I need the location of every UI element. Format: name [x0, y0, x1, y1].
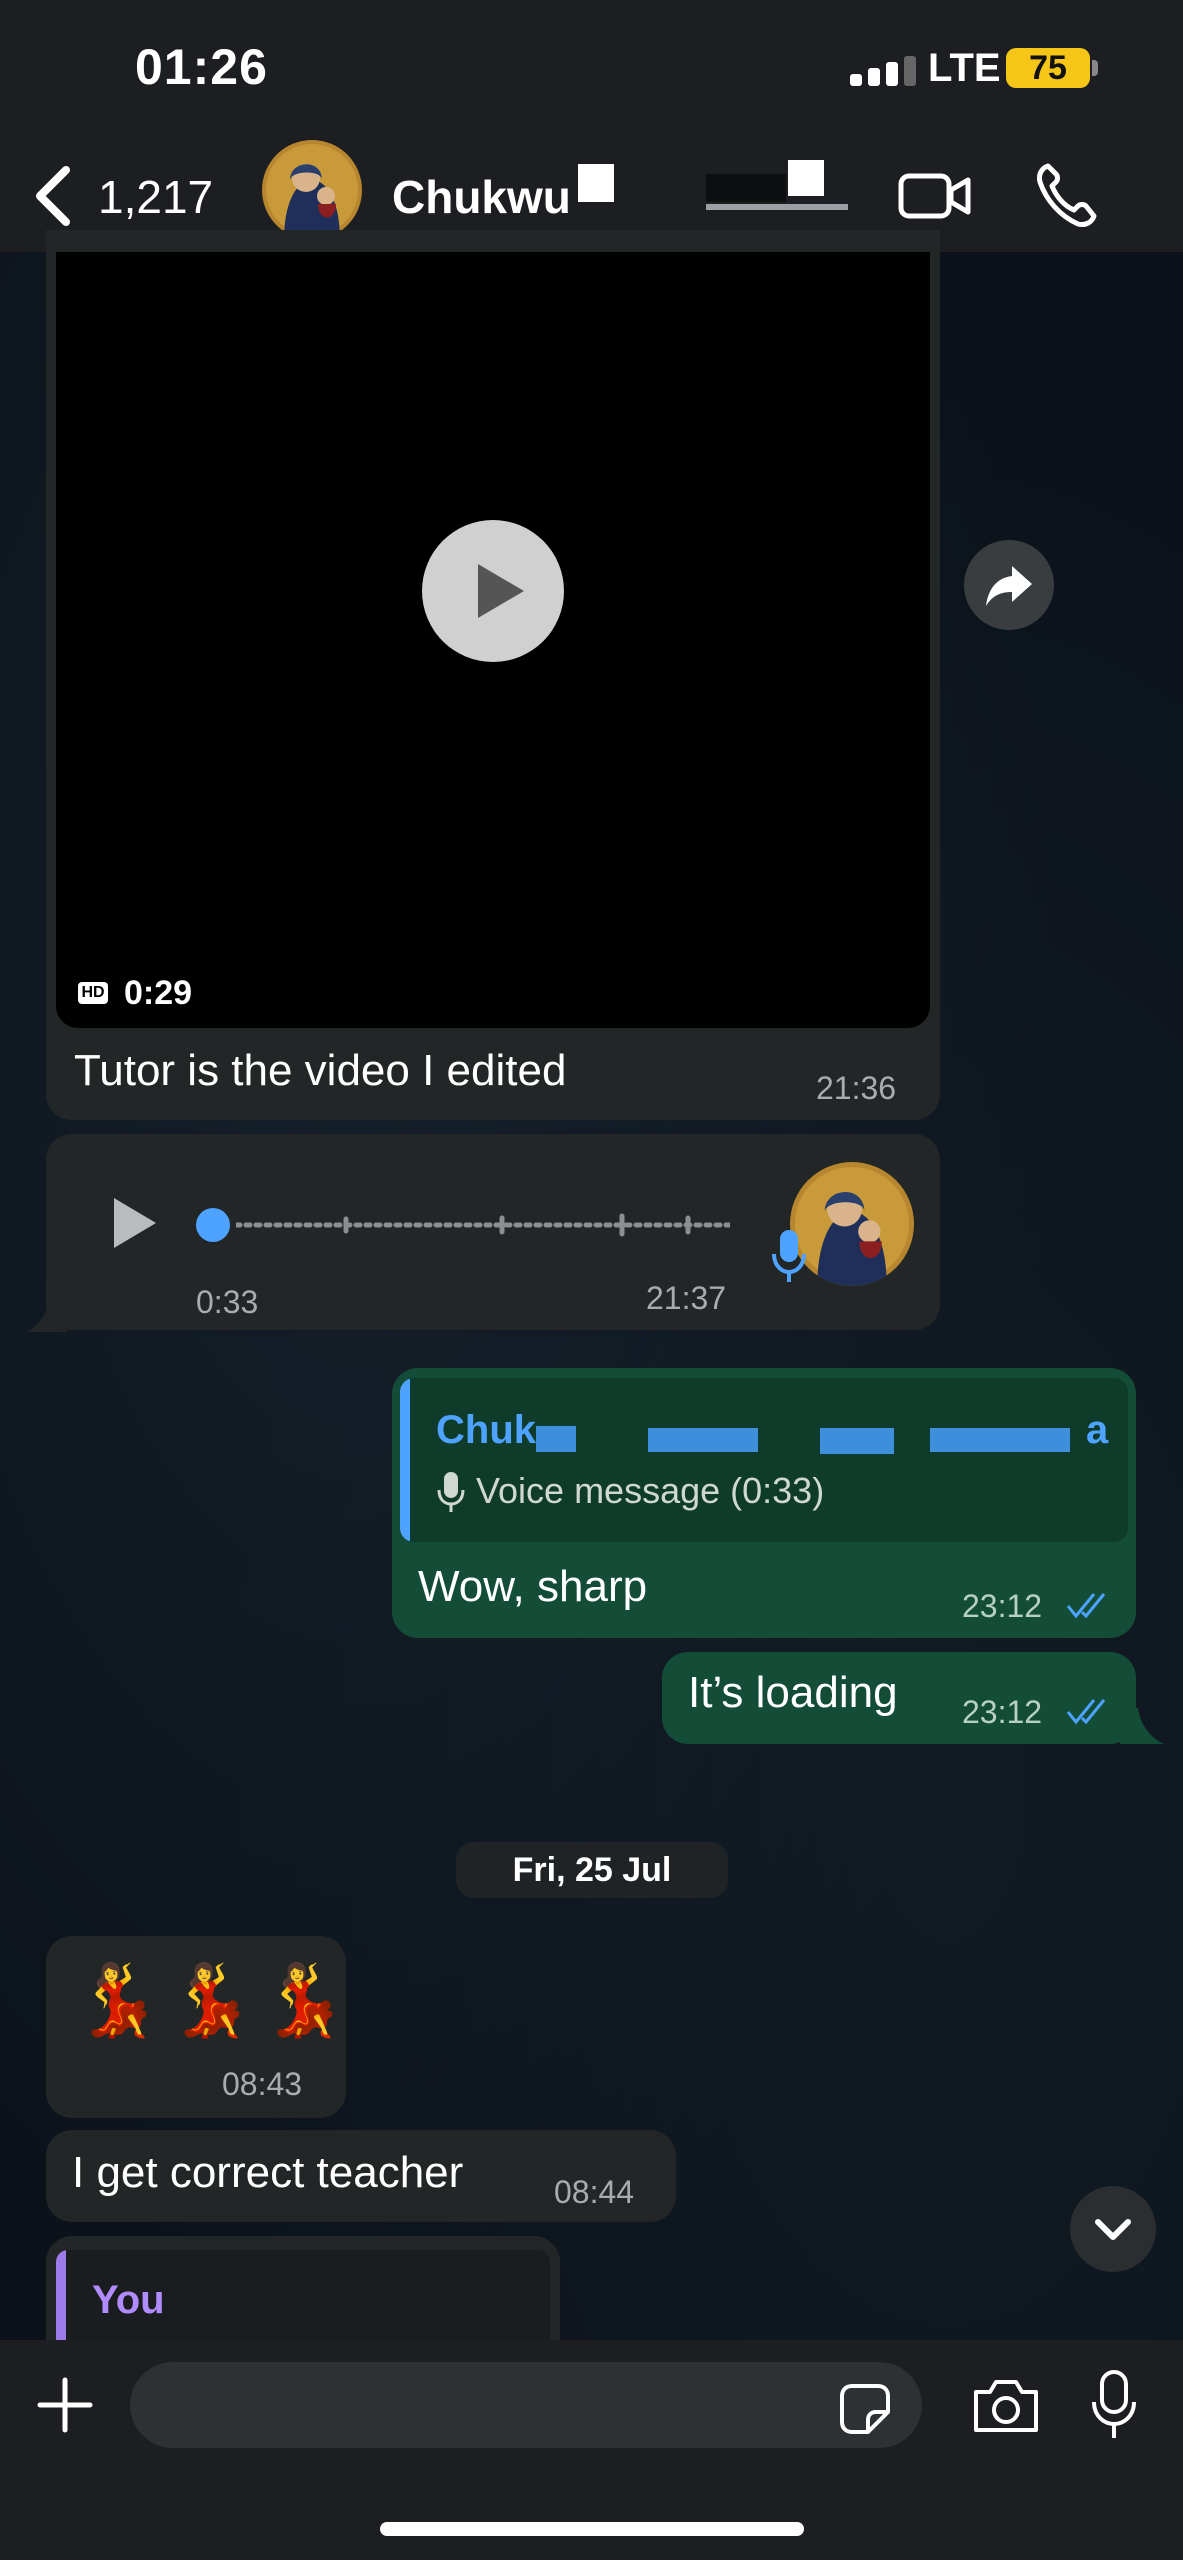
redaction: [648, 1428, 758, 1452]
message-time: 23:12: [962, 1694, 1043, 1730]
message-time: 08:43: [222, 2066, 303, 2102]
scroll-to-bottom-button[interactable]: [1070, 2186, 1156, 2272]
redaction: [578, 164, 614, 202]
mic-icon[interactable]: [1090, 2368, 1138, 2440]
message-input[interactable]: [130, 2362, 922, 2448]
quoted-message[interactable]: Chuk a Voice message (0:33): [400, 1378, 1128, 1542]
hd-badge: HD: [78, 982, 108, 1004]
video-call-icon[interactable]: [898, 164, 972, 228]
message-time: 08:44: [554, 2174, 635, 2210]
bubble-tail: [1120, 1708, 1164, 1744]
status-bar: 01:26 LTE 75: [0, 0, 1183, 140]
camera-icon[interactable]: [970, 2376, 1042, 2436]
unread-count[interactable]: 1,217: [98, 170, 213, 224]
message-text: It’s loading: [688, 1668, 898, 1717]
redaction: [820, 1428, 894, 1454]
video-duration: 0:29: [124, 974, 193, 1012]
read-receipt-icon: [1066, 1699, 1106, 1725]
voice-duration: 0:33: [196, 1284, 259, 1320]
message-text: I get correct teacher: [72, 2148, 464, 2197]
redaction: [536, 1426, 576, 1452]
bubble-tail: [26, 1296, 66, 1332]
battery-icon: 75: [1006, 48, 1090, 88]
icon-portrait-avatar: [262, 140, 362, 240]
quoted-sender-name: Chuk: [436, 1408, 536, 1452]
voice-progress-knob[interactable]: [196, 1208, 230, 1242]
emoji-content: 💃💃💃: [74, 1961, 354, 2039]
mic-icon: [772, 1230, 806, 1282]
composer-bar: [0, 2340, 1183, 2560]
battery-tip: [1092, 60, 1098, 76]
sticker-icon[interactable]: [838, 2382, 892, 2436]
icon-portrait-avatar: [790, 1162, 914, 1286]
redaction: [930, 1428, 1070, 1452]
video-play-button[interactable]: [422, 520, 564, 662]
video-caption: Tutor is the video I edited: [74, 1046, 567, 1095]
message-time: 21:36: [816, 1070, 897, 1106]
message-text: Wow, sharp: [418, 1562, 648, 1611]
chevron-left-icon[interactable]: [32, 164, 72, 228]
home-indicator: [380, 2522, 804, 2536]
redaction: [788, 160, 824, 196]
forward-button[interactable]: [964, 540, 1054, 630]
message-time: 21:37: [646, 1280, 727, 1316]
redaction: [706, 174, 786, 202]
quoted-text: Voice message (0:33): [476, 1470, 825, 1511]
voice-waveform[interactable]: [236, 1212, 730, 1238]
network-type: LTE: [928, 46, 1001, 90]
forward-icon: [986, 566, 1032, 606]
battery-level: 75: [1029, 49, 1067, 87]
contact-avatar[interactable]: [262, 140, 362, 240]
status-time: 01:26: [135, 39, 268, 95]
quoted-sender-name: You: [92, 2278, 165, 2322]
signal-icon: [850, 56, 916, 86]
date-separator: Fri, 25 Jul: [456, 1842, 728, 1898]
message-time: 23:12: [962, 1588, 1043, 1624]
mic-icon: [437, 1472, 465, 1512]
play-icon: [478, 564, 524, 618]
redaction: [706, 204, 848, 210]
quote-bar: [400, 1378, 410, 1542]
chevron-down-icon: [1095, 2219, 1131, 2240]
plus-icon[interactable]: [36, 2376, 94, 2434]
contact-name[interactable]: Chukwu: [392, 170, 571, 224]
phone-call-icon[interactable]: [1034, 160, 1098, 230]
quoted-sender-name-end: a: [1086, 1408, 1109, 1452]
voice-sender-avatar: [790, 1162, 914, 1286]
redaction: [618, 168, 678, 200]
voice-play-icon[interactable]: [110, 1196, 160, 1250]
read-receipt-icon: [1066, 1593, 1106, 1619]
